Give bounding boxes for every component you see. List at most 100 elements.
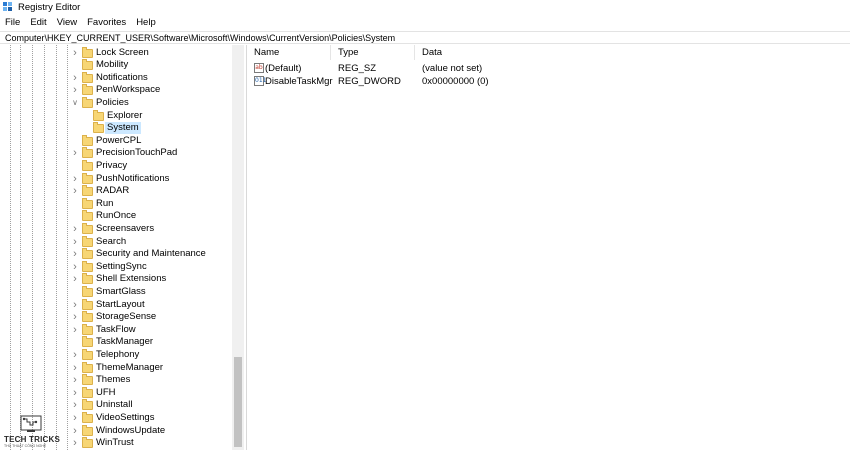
key-tree[interactable]: › Lock Screen Mobility › Notifications › PenWo…	[0, 45, 244, 450]
expand-chevron-icon[interactable]: ›	[71, 84, 79, 96]
values-list[interactable]: Name Type Data ab (Default) REG_SZ (value n…	[248, 45, 850, 450]
expand-chevron-icon[interactable]: ›	[71, 437, 79, 449]
tree-item-label: VideoSettings	[96, 411, 155, 423]
expand-chevron-icon[interactable]: ›	[71, 425, 79, 437]
tree-item-shell-extensions[interactable]: › Shell Extensions	[0, 273, 232, 285]
tree-scrollbar-thumb[interactable]	[234, 357, 242, 447]
expand-chevron-icon[interactable]: ›	[71, 173, 79, 185]
folder-icon	[82, 96, 93, 108]
tree-item-precisiontouchpad[interactable]: › PrecisionTouchPad	[0, 147, 232, 159]
address-bar[interactable]: Computer\HKEY_CURRENT_USER\Software\Micr…	[0, 31, 850, 44]
value-type: REG_DWORD	[338, 75, 401, 87]
tree-item-thememanager[interactable]: › ThemeManager	[0, 361, 232, 374]
folder-icon	[82, 46, 93, 58]
folder-icon	[82, 185, 93, 197]
expand-chevron-icon[interactable]: ›	[71, 223, 79, 235]
expand-chevron-icon[interactable]: ›	[71, 236, 79, 248]
tree-item-taskflow[interactable]: › TaskFlow	[0, 323, 232, 336]
column-header-name[interactable]: Name	[248, 45, 331, 60]
expand-chevron-icon[interactable]: ›	[71, 147, 79, 159]
menu-help[interactable]: Help	[131, 17, 161, 28]
tree-item-screensavers[interactable]: › Screensavers	[0, 222, 232, 235]
tree-item-search[interactable]: › Search	[0, 235, 232, 248]
tree-item-label: Policies	[96, 96, 129, 108]
tree-item-label: PowerCPL	[96, 134, 142, 146]
expand-chevron-icon[interactable]: ›	[71, 412, 79, 424]
folder-icon	[82, 248, 93, 260]
tree-item-settingsync[interactable]: › SettingSync	[0, 260, 232, 273]
tree-item-label: Lock Screen	[96, 46, 149, 58]
folder-icon	[82, 260, 93, 272]
menu-file[interactable]: File	[0, 17, 25, 28]
folder-icon	[82, 399, 93, 411]
tree-item-label: UFH	[96, 386, 116, 398]
tree-item-storagesense[interactable]: › StorageSense	[0, 311, 232, 323]
expand-chevron-icon[interactable]: ›	[71, 47, 79, 59]
expand-chevron-icon[interactable]: ›	[71, 374, 79, 386]
folder-icon	[82, 71, 93, 83]
tree-item-label: Screensavers	[96, 222, 155, 234]
folder-icon	[82, 134, 93, 146]
tree-item-label: TaskFlow	[96, 323, 136, 335]
column-header-type[interactable]: Type	[332, 45, 415, 60]
watermark-subtext: THỦ THUẬT CÔNG NGHỆ	[4, 444, 47, 448]
folder-icon	[82, 59, 93, 71]
tree-item-themes[interactable]: › Themes	[0, 374, 232, 386]
folder-icon	[82, 147, 93, 159]
tree-item-system[interactable]: System	[0, 122, 232, 135]
expand-chevron-icon[interactable]: ›	[71, 311, 79, 323]
tree-item-uninstall[interactable]: › Uninstall	[0, 399, 232, 411]
tree-item-pushnotifications[interactable]: › PushNotifications	[0, 172, 232, 185]
tree-item-taskmanager[interactable]: TaskManager	[0, 336, 232, 348]
column-header-data[interactable]: Data	[416, 45, 616, 60]
value-row-disabletaskmgr[interactable]: 011 DisableTaskMgr REG_DWORD 0x00000000 (0)	[248, 75, 850, 88]
tree-item-powercpl[interactable]: PowerCPL	[0, 134, 232, 147]
menu-edit[interactable]: Edit	[25, 17, 51, 28]
expand-chevron-icon[interactable]: ›	[71, 273, 79, 285]
tree-item-label: RADAR	[96, 185, 130, 197]
tree-item-privacy[interactable]: Privacy	[0, 159, 232, 172]
expand-chevron-icon[interactable]: ›	[71, 185, 79, 197]
tree-item-penworkspace[interactable]: › PenWorkspace	[0, 84, 232, 96]
tree-item-security-and-maintenance[interactable]: › Security and Maintenance	[0, 248, 232, 260]
expand-chevron-icon[interactable]: ›	[71, 387, 79, 399]
tree-item-label: WindowsUpdate	[96, 424, 166, 436]
tree-item-label: Notifications	[96, 71, 148, 83]
tree-item-explorer[interactable]: Explorer	[0, 109, 232, 122]
tree-item-telephony[interactable]: › Telephony	[0, 348, 232, 361]
pane-splitter[interactable]	[246, 45, 247, 450]
value-name: (Default)	[265, 63, 302, 74]
tree-item-mobility[interactable]: Mobility	[0, 59, 232, 71]
watermark-text: TECH TRICKS	[4, 435, 60, 444]
folder-icon	[82, 273, 93, 285]
binary-value-icon: 011	[254, 75, 267, 86]
tree-item-lock-screen[interactable]: › Lock Screen	[0, 46, 232, 59]
value-row-default[interactable]: ab (Default) REG_SZ (value not set)	[248, 63, 850, 75]
tree-item-smartglass[interactable]: SmartGlass	[0, 285, 232, 298]
window-title: Registry Editor	[18, 1, 81, 13]
expand-chevron-icon[interactable]: ›	[71, 261, 79, 273]
tree-item-notifications[interactable]: › Notifications	[0, 71, 232, 84]
collapse-chevron-icon[interactable]: ∨	[71, 97, 79, 109]
expand-chevron-icon[interactable]: ›	[71, 299, 79, 311]
menu-view[interactable]: View	[52, 17, 82, 28]
expand-chevron-icon[interactable]: ›	[71, 349, 79, 361]
tree-item-policies[interactable]: ∨ Policies	[0, 96, 232, 109]
value-type: REG_SZ	[338, 63, 377, 74]
tree-item-radar[interactable]: › RADAR	[0, 185, 232, 197]
expand-chevron-icon[interactable]: ›	[71, 248, 79, 260]
menu-favorites[interactable]: Favorites	[82, 17, 131, 28]
value-data: (value not set)	[422, 63, 483, 74]
expand-chevron-icon[interactable]: ›	[71, 72, 79, 84]
tree-item-ufh[interactable]: › UFH	[0, 386, 232, 399]
tree-item-run[interactable]: Run	[0, 197, 232, 210]
expand-chevron-icon[interactable]: ›	[71, 362, 79, 374]
expand-chevron-icon[interactable]: ›	[71, 324, 79, 336]
tree-scrollbar[interactable]	[232, 45, 244, 450]
tree-item-startlayout[interactable]: › StartLayout	[0, 298, 232, 311]
tech-tricks-logo-icon	[20, 415, 42, 432]
tree-item-runonce[interactable]: RunOnce	[0, 210, 232, 222]
expand-chevron-icon[interactable]: ›	[71, 399, 79, 411]
tree-item-label: PushNotifications	[96, 172, 170, 184]
tree-item-label: WinTrust	[96, 437, 134, 449]
